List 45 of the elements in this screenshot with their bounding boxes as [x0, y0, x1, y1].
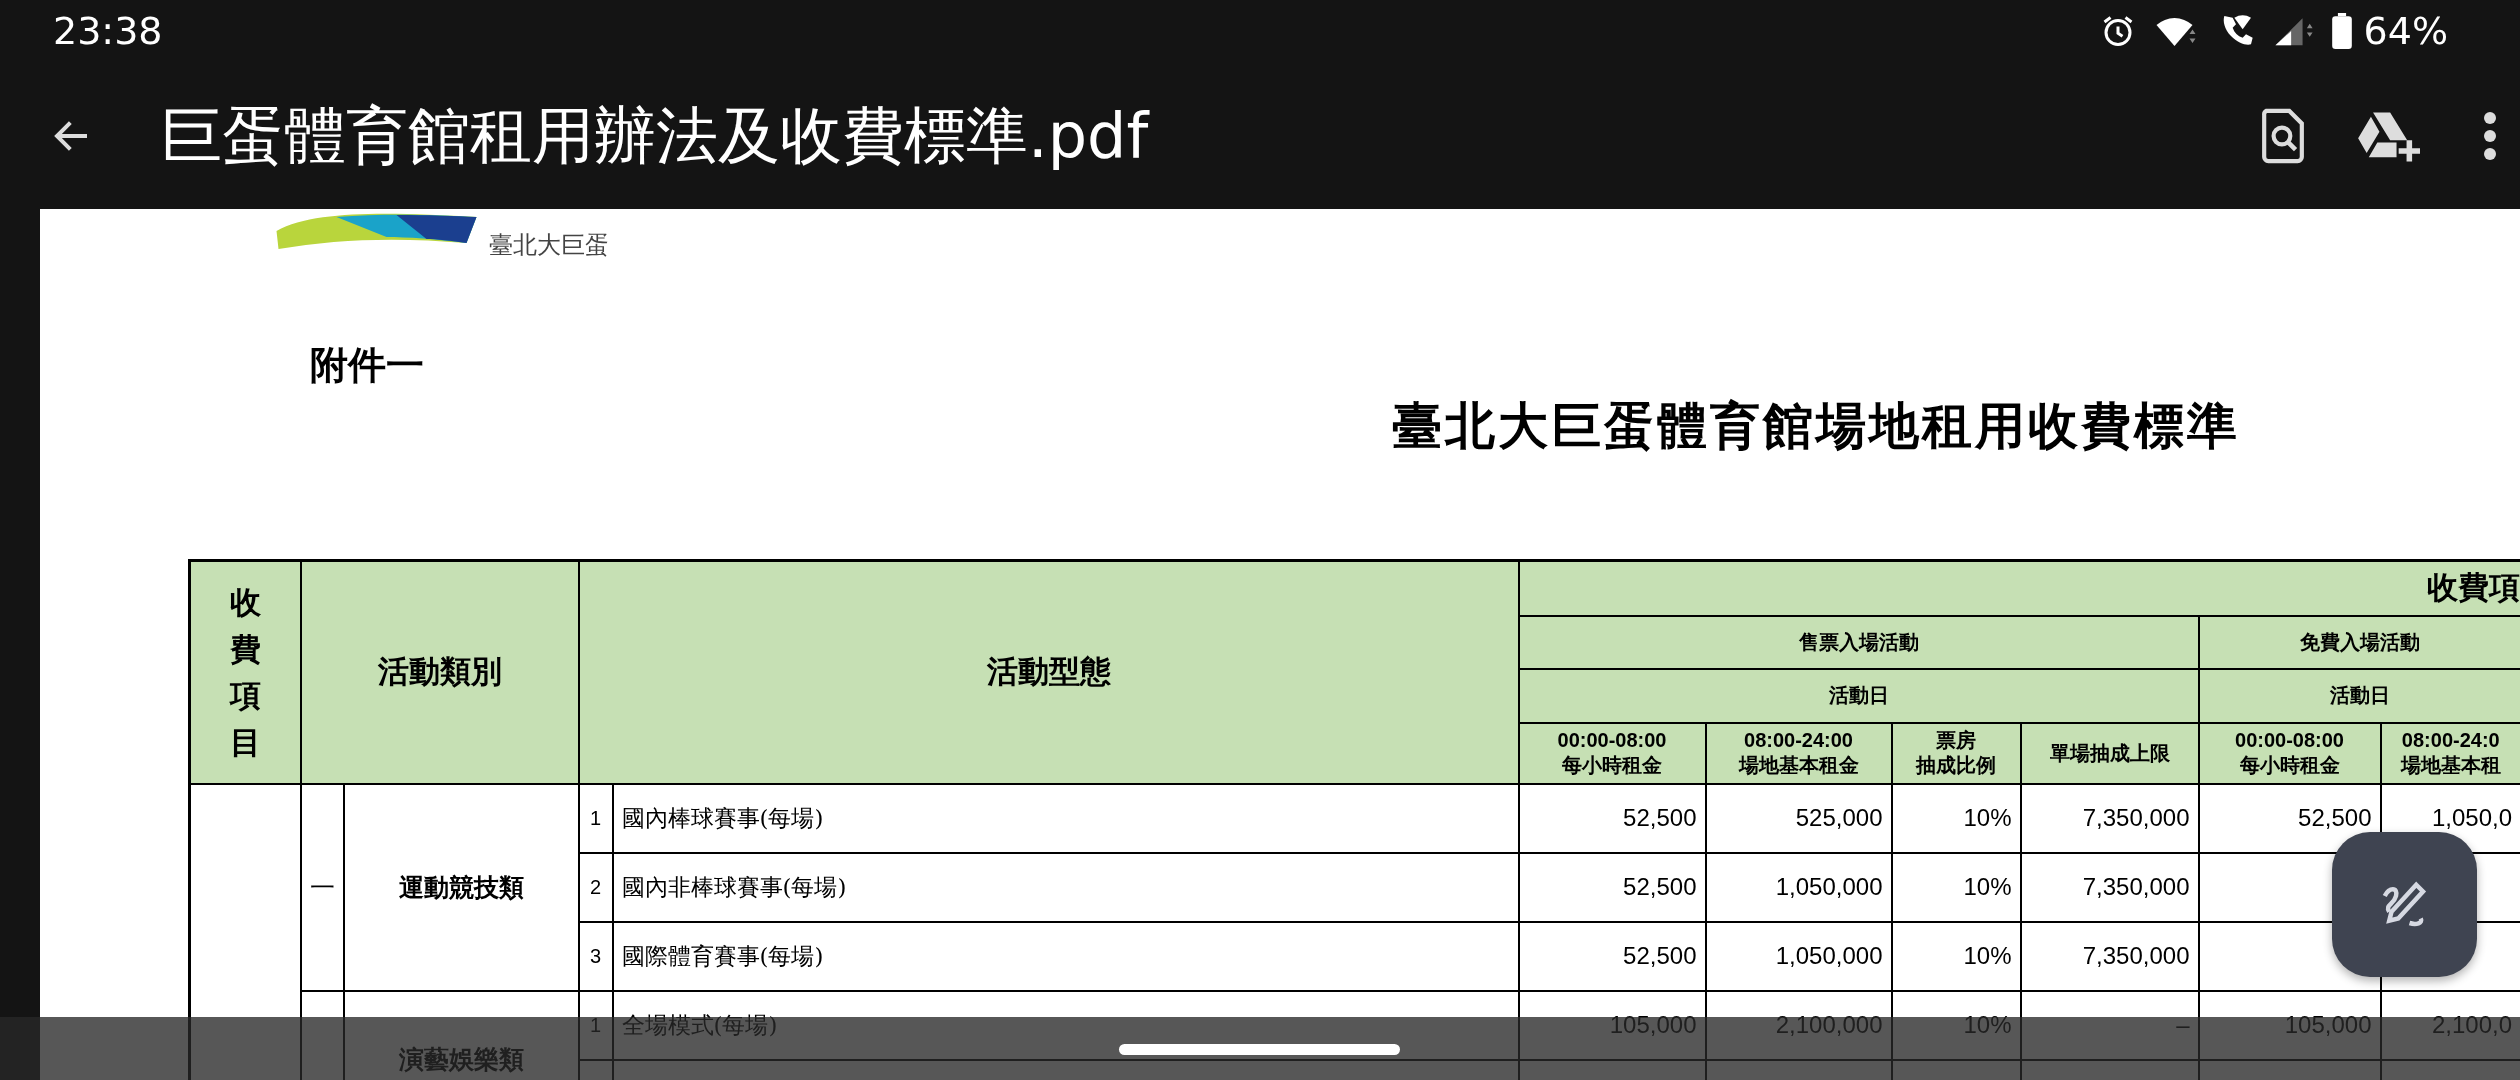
column-header: 售票入場活動 [1518, 615, 2199, 669]
column-header: 活動日 [2198, 668, 2520, 723]
column-header: 單場抽成上限 [2020, 722, 2199, 784]
fee-value: 7,350,000 [2020, 921, 2199, 991]
fee-value: 10% [1891, 783, 2021, 853]
column-header: 活動型態 [578, 560, 1519, 784]
fee-value: 1,050,000 [1705, 852, 1892, 922]
column-header: 活動日 [1518, 668, 2199, 723]
home-gesture-handle[interactable] [1118, 1044, 1400, 1055]
row-number: 3 [578, 921, 613, 991]
column-header: 00:00-08:00 每小時租金 [1518, 722, 1706, 784]
fee-value: 1,050,000 [1705, 921, 1892, 991]
battery-icon [2331, 13, 2352, 49]
fee-value: 525,000 [1705, 783, 1892, 853]
row-number: 1 [578, 783, 613, 853]
annotate-button[interactable] [2332, 832, 2477, 977]
fee-value: 52,500 [1518, 921, 1706, 991]
search-document-icon [2260, 107, 2306, 164]
column-header: 00:00-08:00 每小時租金 [2198, 722, 2381, 784]
activity-type: 國內非棒球賽事(每場) [612, 852, 1519, 922]
column-header: 收費項目 [229, 583, 261, 762]
fee-value: 7,350,000 [2020, 783, 2199, 853]
fee-value: 52,500 [1518, 783, 1706, 853]
attachment-label: 附件一 [310, 346, 425, 384]
fee-value: 7,350,000 [2020, 852, 2199, 922]
column-header: 免費入場活動 [2198, 615, 2520, 669]
row-number: 2 [578, 852, 613, 922]
column-header: 收費項 [1518, 560, 2520, 616]
activity-type: 國際體育賽事(每場) [612, 921, 1519, 991]
column-header: 活動類別 [300, 560, 579, 784]
fee-value: 52,500 [1518, 852, 1706, 922]
fee-value: 10% [1891, 921, 2021, 991]
column-header: 08:00-24:0 場地基本租 [2380, 722, 2520, 784]
more-vertical-icon [2484, 111, 2496, 160]
document-title: 巨蛋體育館租用辦法及收費標準.pdf [160, 97, 1151, 174]
category-name: 運動競技類 [343, 783, 579, 991]
battery-percentage: 64% [2363, 9, 2448, 53]
fee-value: 10% [1891, 852, 2021, 922]
column-header: 08:00-24:00 場地基本租金 [1705, 722, 1892, 784]
document-heading: 臺北大巨蛋體育館場地租用收費標準 [1392, 400, 2241, 452]
column-header: 票房 抽成比例 [1891, 722, 2021, 784]
clock-time: 23:38 [53, 9, 164, 53]
activity-type: 國內棒球賽事(每場) [612, 783, 1519, 853]
category-numeral: 一 [308, 871, 336, 904]
logo-caption: 臺北大巨蛋 [489, 230, 609, 257]
